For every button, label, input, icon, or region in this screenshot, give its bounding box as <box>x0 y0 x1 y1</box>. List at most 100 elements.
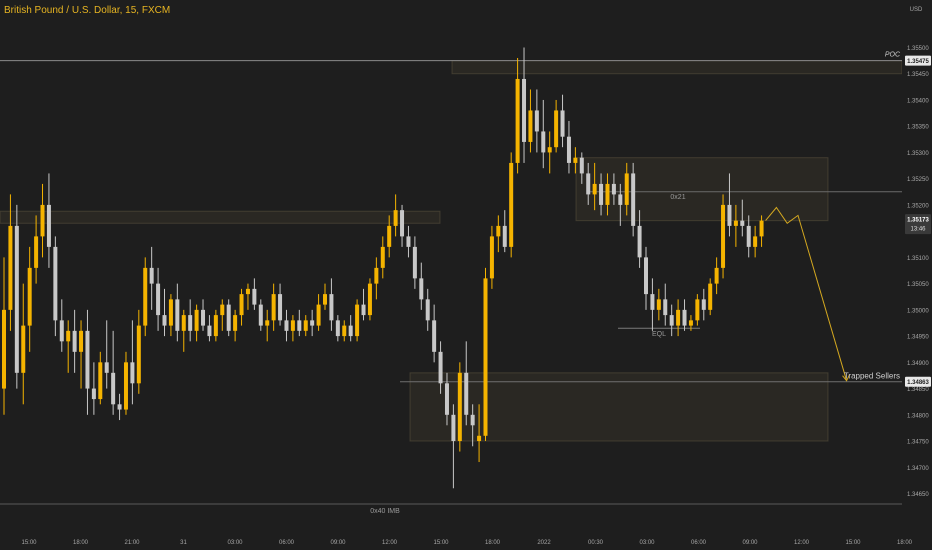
candle-body <box>547 147 552 153</box>
price-chart[interactable]: POC Trapped Sellers 0x21 EQL 0x40 IMB USD 1.3… <box>0 0 932 550</box>
x-tick-label: 15:00 <box>845 540 861 546</box>
candle-body <box>733 220 738 226</box>
candle-body <box>316 304 321 326</box>
candle-body <box>233 315 238 331</box>
countdown-label: 13:46 <box>910 227 926 233</box>
candle-body <box>541 131 546 153</box>
x-tick-label: 06:00 <box>279 540 295 546</box>
candle-body <box>406 236 411 247</box>
y-tick-label: 1.34800 <box>907 413 929 419</box>
candle-body <box>579 157 584 174</box>
currency-label: USD <box>910 7 923 13</box>
candle-body <box>528 110 533 142</box>
x-tick-label: 15:00 <box>21 540 37 546</box>
candle-body <box>425 299 430 321</box>
candle-body <box>644 257 648 295</box>
candle-body <box>290 320 295 331</box>
candle-body <box>72 330 77 352</box>
candle-body <box>21 325 26 373</box>
candle-body <box>573 157 578 163</box>
y-tick-label: 1.34850 <box>907 387 929 393</box>
candle-body <box>348 325 353 337</box>
candle-body <box>329 294 334 321</box>
candle-body <box>753 236 758 247</box>
x-tick-label: 15:00 <box>433 540 449 546</box>
candle-body <box>566 136 571 163</box>
candle-body <box>380 246 385 268</box>
candle-body <box>213 315 218 337</box>
last-price-label: 1.35173 <box>907 218 929 224</box>
candle-body <box>201 309 206 326</box>
candle-body <box>91 388 96 400</box>
candle-body <box>258 304 263 326</box>
y-tick-label: 1.34750 <box>907 440 929 446</box>
candle-body <box>400 210 405 237</box>
candle-body <box>708 283 713 310</box>
trapped-sellers-price-tag-label: 1.34863 <box>907 380 929 386</box>
candle-body <box>278 294 283 321</box>
candle-body <box>8 225 13 310</box>
candle-body <box>451 414 456 442</box>
candle-body <box>387 225 392 247</box>
poc-label: POC <box>885 52 901 59</box>
candle-body <box>592 183 597 195</box>
price-axis[interactable]: USD1.346501.347001.347501.348001.348501.… <box>902 0 932 550</box>
y-tick-label: 1.34900 <box>907 361 929 367</box>
candle-body <box>721 204 726 268</box>
candle-body <box>162 315 167 326</box>
candle-body <box>149 267 154 284</box>
candle-body <box>637 225 642 258</box>
candle-body <box>695 299 700 321</box>
candle-body <box>611 183 616 195</box>
candle-body <box>515 78 520 163</box>
candle-body <box>323 294 327 305</box>
candle-body <box>2 309 6 389</box>
x-tick-label: 18:00 <box>897 540 913 546</box>
candle-body <box>34 236 39 268</box>
candle-body <box>714 267 719 284</box>
x-tick-label: 12:00 <box>382 540 398 546</box>
ob-upper-label: 0x21 <box>670 194 685 201</box>
candle-body <box>746 225 751 247</box>
candle-body <box>104 362 109 373</box>
candle-body <box>522 78 527 142</box>
y-tick-label: 1.34650 <box>907 492 929 498</box>
zone-mid-zone <box>0 210 441 224</box>
candle-body <box>701 299 706 310</box>
candle-body <box>342 325 347 337</box>
candle-body <box>740 220 745 226</box>
candle-body <box>168 299 173 326</box>
y-tick-label: 1.35100 <box>907 256 929 262</box>
candle-body <box>245 288 250 295</box>
candle-body <box>727 204 732 226</box>
x-tick-label: 18:00 <box>73 540 89 546</box>
y-tick-label: 1.35400 <box>907 98 929 104</box>
candle-body <box>618 194 623 205</box>
candle-body <box>46 204 51 247</box>
candle-body <box>111 372 116 405</box>
candle-body <box>502 225 507 247</box>
candle-body <box>477 435 482 442</box>
candle-body <box>310 320 315 326</box>
candle-body <box>496 225 501 237</box>
candle-body <box>252 288 257 305</box>
candle-body <box>650 294 655 310</box>
candle-body <box>438 351 443 384</box>
x-tick-label: 03:00 <box>639 540 655 546</box>
candle-body <box>188 315 193 331</box>
candle-body <box>220 304 225 316</box>
candle-body <box>599 183 604 205</box>
candle-body <box>117 404 122 410</box>
poc-price-tag-label: 1.35475 <box>907 59 929 65</box>
candle-body <box>14 225 19 373</box>
x-tick-label: 09:00 <box>742 540 758 546</box>
candle-body <box>175 299 180 331</box>
y-tick-label: 1.34700 <box>907 466 929 472</box>
candle-body <box>355 304 360 337</box>
candle-body <box>303 320 308 331</box>
candle-body <box>586 173 591 195</box>
candle-body <box>130 362 135 384</box>
x-tick-label: 00:30 <box>588 540 604 546</box>
candle-body <box>284 320 289 331</box>
candle-body <box>509 162 514 247</box>
